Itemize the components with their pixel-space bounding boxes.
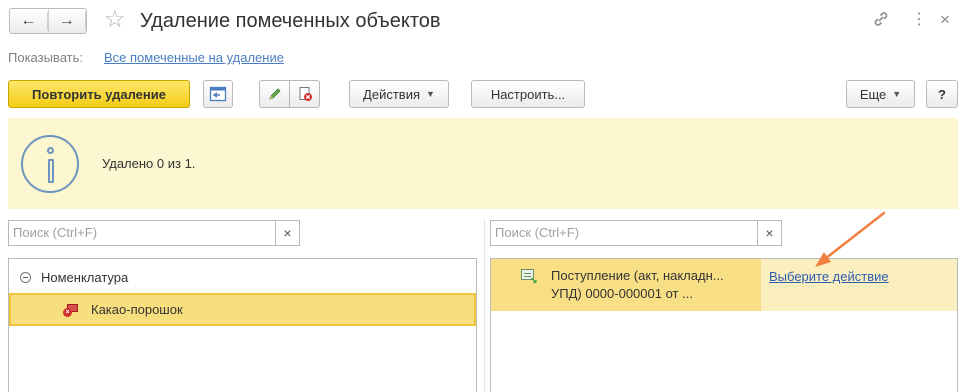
annotation-arrow <box>815 211 886 267</box>
